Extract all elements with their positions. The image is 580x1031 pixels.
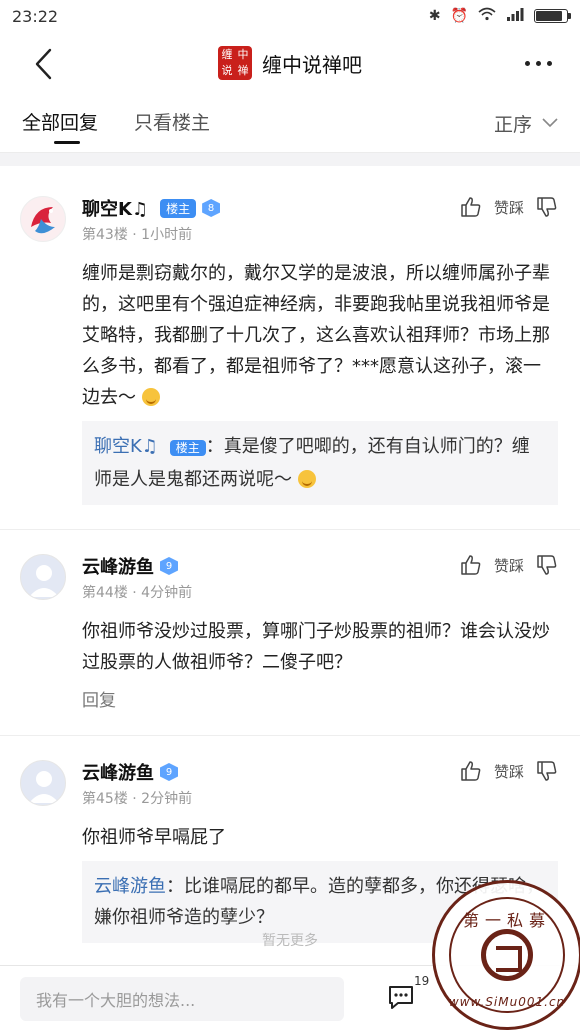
post-separator	[0, 735, 580, 736]
chevron-down-icon	[542, 118, 558, 128]
bluetooth-icon: ✱	[428, 8, 441, 24]
reply-input[interactable]: 我有一个大胆的想法...	[20, 976, 344, 1021]
thumbs-up-icon[interactable]	[460, 196, 482, 218]
thumbs-up-icon[interactable]	[460, 760, 482, 782]
post-content: 缠师是剽窃戴尔的，戴尔又学的是波浪，所以缠师属孙子辈的，这吧里有个强迫症神经病，…	[82, 263, 550, 408]
comments-button[interactable]	[386, 982, 416, 1012]
vote-actions: 赞踩	[460, 760, 558, 782]
chevron-left-icon	[35, 48, 52, 80]
comment-count: 19	[414, 974, 430, 988]
level-badge: 9	[160, 557, 178, 575]
more-options-button[interactable]	[525, 50, 552, 76]
reply-button[interactable]: 回复	[82, 686, 558, 711]
username[interactable]: 云峰游鱼	[82, 553, 154, 579]
username[interactable]: 云峰游鱼	[82, 759, 154, 785]
signal-icon	[506, 7, 524, 25]
reply-post: 云峰游鱼 9 第44楼 · 4分钟前 赞踩 你祖师爷没炒过股票，算哪门子炒股票的…	[0, 552, 580, 711]
battery-icon	[534, 9, 571, 23]
sort-dropdown[interactable]: 正序	[494, 94, 558, 152]
floor-meta: 第45楼 · 2分钟前	[82, 791, 193, 807]
wifi-icon	[478, 7, 496, 25]
back-button[interactable]	[26, 44, 60, 84]
host-badge: 楼主	[169, 440, 206, 456]
watermark-logo: 第一私募 www.SiMu001.cn	[432, 880, 580, 1030]
avatar[interactable]	[20, 196, 66, 242]
host-badge: 楼主	[160, 198, 197, 218]
thumbs-down-icon[interactable]	[536, 554, 558, 576]
alarm-icon: ⏰	[450, 8, 468, 24]
dot-icon	[525, 60, 530, 66]
watermark-url: www.SiMu001.cn	[448, 995, 566, 1009]
forum-title-area[interactable]: 缠中 说禅 缠中说禅吧	[0, 46, 580, 80]
tab-all-replies[interactable]: 全部回复	[22, 94, 98, 152]
level-badge: 9	[160, 763, 178, 781]
post-separator	[0, 529, 580, 530]
floor-meta: 第43楼 · 1小时前	[82, 227, 193, 243]
smile-emoji-icon	[297, 470, 316, 488]
dot-icon	[547, 60, 552, 66]
quoted-reply[interactable]: 聊空K♫ 楼主 ：真是傻了吧唧的，还有自认师门的？缠师是人是鬼都还两说呢～	[82, 421, 558, 505]
avatar[interactable]	[20, 760, 66, 806]
post-content: 你祖师爷没炒过股票，算哪门子炒股票的祖师？谁会认没炒过股票的人做祖师爷？二傻子吧…	[82, 621, 550, 673]
quote-username[interactable]: 云峰游鱼	[94, 876, 166, 897]
status-time: 23:22	[12, 6, 59, 26]
vote-actions: 赞踩	[460, 196, 558, 218]
vote-label: 赞踩	[493, 762, 524, 781]
vote-actions: 赞踩	[460, 554, 558, 576]
grin-emoji-icon	[141, 388, 160, 406]
quote-username[interactable]: 聊空K♫	[94, 436, 158, 457]
section-divider	[0, 152, 580, 166]
vote-label: 赞踩	[493, 556, 524, 575]
reply-filter-tabs: 全部回复 只看楼主 正序	[0, 94, 580, 152]
status-icons: ✱ ⏰	[428, 7, 571, 25]
username[interactable]: 聊空K♫	[82, 195, 148, 221]
comment-icon	[389, 986, 413, 1009]
reply-post: 聊空K♫ 楼主 8 第43楼 · 1小时前 赞踩 缠师是剽窃戴尔的，戴尔又学的是…	[0, 194, 580, 505]
thumbs-up-icon[interactable]	[460, 554, 482, 576]
avatar[interactable]	[20, 554, 66, 600]
status-bar: 23:22 ✱ ⏰	[0, 0, 580, 32]
nav-bar: 缠中 说禅 缠中说禅吧	[0, 32, 580, 94]
dot-icon	[536, 60, 541, 66]
vote-label: 赞踩	[493, 198, 524, 217]
thumbs-down-icon[interactable]	[536, 760, 558, 782]
level-badge: 8	[202, 199, 221, 217]
floor-meta: 第44楼 · 4分钟前	[82, 585, 193, 601]
sort-label: 正序	[493, 113, 532, 136]
thumbs-down-icon[interactable]	[536, 196, 558, 218]
post-content: 你祖师爷早嗝屁了	[82, 827, 226, 848]
tab-host-only[interactable]: 只看楼主	[134, 94, 210, 152]
forum-logo: 缠中 说禅	[218, 46, 252, 80]
forum-title: 缠中说禅吧	[262, 52, 362, 77]
